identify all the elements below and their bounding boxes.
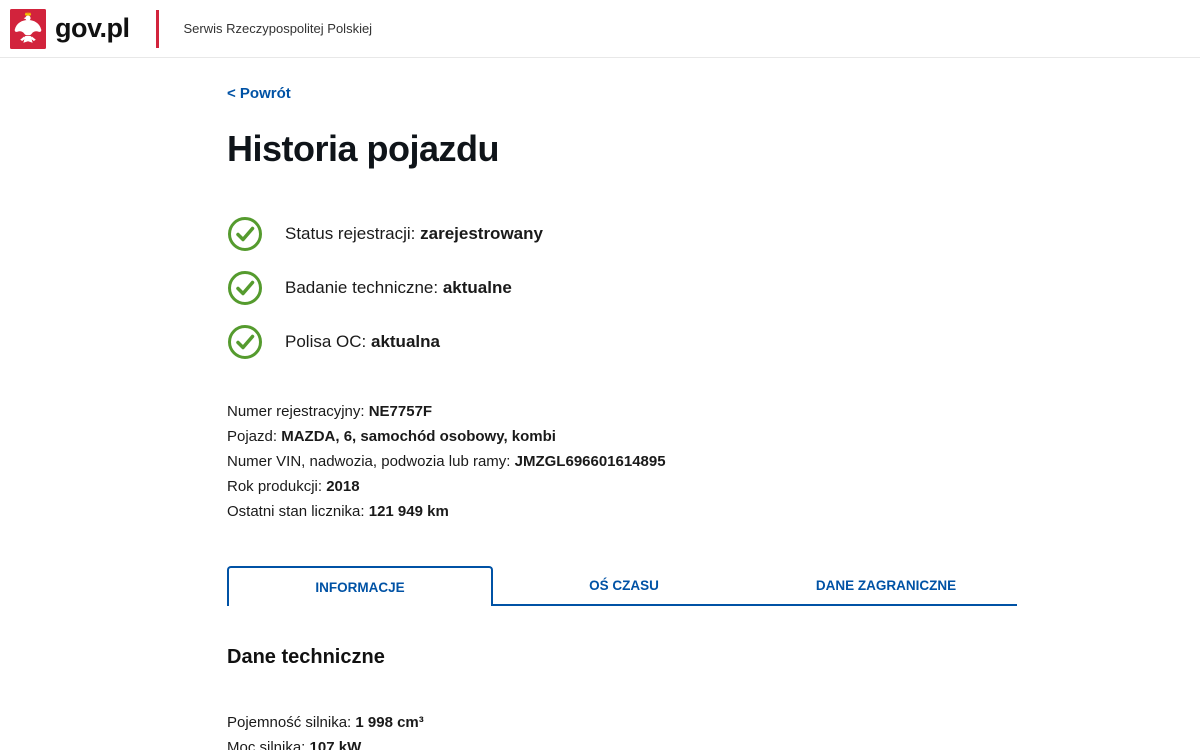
status-row-registration: Status rejestracji: zarejestrowany [227,216,1017,252]
detail-registration-number: Numer rejestracyjny: NE7757F [227,399,1017,424]
detail-production-year: Rok produkcji: 2018 [227,474,1017,499]
detail-label: Pojazd: [227,428,277,445]
status-text: Badanie techniczne: aktualne [285,278,512,298]
tech-engine-capacity: Pojemność silnika: 1 998 cm³ [227,710,1017,735]
detail-label: Ostatni stan licznika: [227,503,365,520]
tech-value: 1 998 cm³ [355,714,423,731]
tab-os-czasu[interactable]: OŚ CZASU [493,566,755,606]
section-title-technical-data: Dane techniczne [227,646,1017,669]
detail-value: MAZDA, 6, samochód osobowy, kombi [281,428,556,445]
detail-label: Numer rejestracyjny: [227,403,365,420]
detail-value: JMZGL696601614895 [515,453,666,470]
tech-value: 107 kW [310,739,362,750]
status-value: zarejestrowany [420,224,543,243]
status-text: Polisa OC: aktualna [285,332,440,352]
page-title: Historia pojazdu [227,128,1017,170]
status-text: Status rejestracji: zarejestrowany [285,224,543,244]
detail-label: Numer VIN, nadwozia, podwozia lub ramy: [227,453,510,470]
tab-bar: INFORMACJE OŚ CZASU DANE ZAGRANICZNE [227,566,1017,606]
status-list: Status rejestracji: zarejestrowany Badan… [227,216,1017,360]
status-value: aktualna [371,332,440,351]
status-value: aktualne [443,278,512,297]
check-circle-icon [227,216,263,252]
detail-value: 2018 [326,478,359,495]
tech-label: Moc silnika: [227,739,305,750]
check-circle-icon [227,324,263,360]
back-link[interactable]: < Powrót [227,85,291,102]
detail-label: Rok produkcji: [227,478,322,495]
tech-label: Pojemność silnika: [227,714,351,731]
detail-value: NE7757F [369,403,432,420]
vehicle-details: Numer rejestracyjny: NE7757F Pojazd: MAZ… [227,399,1017,524]
tech-engine-power: Moc silnika: 107 kW [227,735,1017,750]
site-tagline: Serwis Rzeczypospolitej Polskiej [184,21,373,36]
tab-dane-zagraniczne[interactable]: DANE ZAGRANICZNE [755,566,1017,606]
main-content: < Powrót Historia pojazdu Status rejestr… [227,58,1017,750]
technical-data-list: Pojemność silnika: 1 998 cm³ Moc silnika… [227,710,1017,750]
detail-value: 121 949 km [369,503,449,520]
status-label: Badanie techniczne: [285,278,438,297]
status-label: Status rejestracji: [285,224,415,243]
detail-vehicle: Pojazd: MAZDA, 6, samochód osobowy, komb… [227,424,1017,449]
detail-vin: Numer VIN, nadwozia, podwozia lub ramy: … [227,449,1017,474]
tab-informacje[interactable]: INFORMACJE [227,566,493,606]
check-circle-icon [227,270,263,306]
brand-logo-text[interactable]: gov.pl [55,13,130,44]
header-divider [156,10,159,48]
status-label: Polisa OC: [285,332,366,351]
status-row-inspection: Badanie techniczne: aktualne [227,270,1017,306]
detail-odometer: Ostatni stan licznika: 121 949 km [227,499,1017,524]
poland-coat-of-arms-icon [10,9,46,49]
site-header: gov.pl Serwis Rzeczypospolitej Polskiej [0,0,1200,58]
status-row-insurance: Polisa OC: aktualna [227,324,1017,360]
